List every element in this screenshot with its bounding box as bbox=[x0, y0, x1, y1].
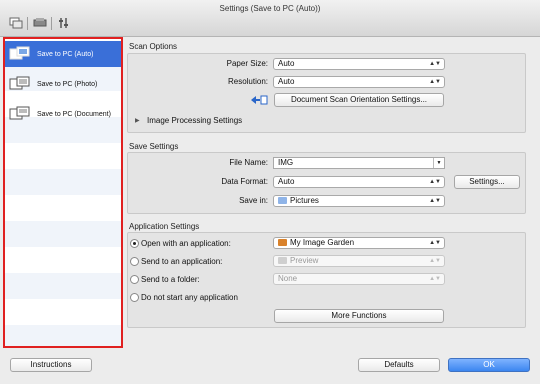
sidebar-stripe bbox=[5, 273, 121, 299]
instructions-button[interactable]: Instructions bbox=[10, 358, 92, 372]
save-pc-auto-icon bbox=[9, 46, 31, 62]
window-title: Settings (Save to PC (Auto)) bbox=[219, 4, 321, 13]
open-with-application-label[interactable]: Open with an application: bbox=[141, 239, 231, 248]
data-format-select[interactable]: Auto ▲▼ bbox=[273, 176, 445, 188]
save-settings-title: Save Settings bbox=[129, 142, 179, 151]
sidebar-item-label: Save to PC (Auto) bbox=[37, 50, 94, 58]
resolution-select[interactable]: Auto ▲▼ bbox=[273, 76, 445, 88]
document-scan-orientation-button[interactable]: Document Scan Orientation Settings... bbox=[274, 93, 444, 107]
scanner-icon[interactable] bbox=[32, 16, 48, 30]
send-to-application-value: Preview bbox=[290, 256, 319, 265]
orientation-icon bbox=[250, 94, 268, 106]
file-name-combobox[interactable]: IMG ▼ bbox=[273, 157, 445, 169]
save-in-label: Save in: bbox=[239, 196, 268, 205]
resolution-value: Auto bbox=[278, 77, 295, 86]
general-settings-icon[interactable] bbox=[56, 16, 72, 30]
send-to-folder-label[interactable]: Send to a folder: bbox=[141, 275, 200, 284]
scan-type-sidebar: Save to PC (Auto) Save to PC (Photo) Sav… bbox=[3, 37, 123, 348]
send-to-folder-select: None ▲▼ bbox=[273, 273, 445, 285]
updown-arrows-icon: ▲▼ bbox=[429, 179, 441, 185]
sidebar-stripe bbox=[5, 143, 121, 169]
updown-arrows-icon: ▲▼ bbox=[429, 79, 441, 85]
data-format-settings-button[interactable]: Settings... bbox=[454, 175, 520, 189]
sidebar-stripe bbox=[5, 247, 121, 273]
toolbar-separator bbox=[27, 17, 28, 30]
ok-button[interactable]: OK bbox=[448, 358, 530, 372]
more-functions-button[interactable]: More Functions bbox=[274, 309, 444, 323]
send-to-application-select: Preview ▲▼ bbox=[273, 255, 445, 267]
do-not-start-application-radio[interactable] bbox=[130, 293, 139, 302]
save-in-value: Pictures bbox=[290, 196, 319, 205]
paper-size-value: Auto bbox=[278, 59, 295, 68]
sidebar-item-label: Save to PC (Document) bbox=[37, 110, 111, 118]
sidebar-stripe bbox=[5, 299, 121, 325]
save-in-select[interactable]: Pictures ▲▼ bbox=[273, 195, 445, 207]
do-not-start-application-label[interactable]: Do not start any application bbox=[141, 293, 238, 302]
my-image-garden-icon bbox=[278, 239, 287, 246]
updown-arrows-icon: ▲▼ bbox=[429, 276, 441, 282]
send-to-folder-value: None bbox=[278, 274, 298, 283]
file-name-value: IMG bbox=[278, 158, 294, 167]
save-pc-photo-icon bbox=[9, 76, 31, 92]
updown-arrows-icon: ▲▼ bbox=[429, 258, 441, 264]
sidebar-item-label: Save to PC (Photo) bbox=[37, 80, 98, 88]
sidebar-item-save-to-pc-document[interactable]: Save to PC (Document) bbox=[5, 101, 121, 127]
send-to-folder-radio[interactable] bbox=[130, 275, 139, 284]
paper-size-label: Paper Size: bbox=[226, 59, 268, 68]
disclosure-triangle-icon[interactable]: ▶ bbox=[135, 117, 140, 124]
open-with-application-radio[interactable] bbox=[130, 239, 139, 248]
updown-arrows-icon: ▲▼ bbox=[429, 240, 441, 246]
sidebar-stripe bbox=[5, 169, 121, 195]
sidebar-item-save-to-pc-photo[interactable]: Save to PC (Photo) bbox=[5, 71, 121, 97]
data-format-value: Auto bbox=[278, 177, 295, 186]
updown-arrows-icon: ▲▼ bbox=[429, 61, 441, 67]
defaults-button[interactable]: Defaults bbox=[358, 358, 440, 372]
updown-arrows-icon: ▲▼ bbox=[429, 198, 441, 204]
scan-options-title: Scan Options bbox=[129, 42, 178, 51]
folder-icon bbox=[278, 197, 287, 204]
open-with-application-value: My Image Garden bbox=[290, 238, 355, 247]
sidebar-item-save-to-pc-auto[interactable]: Save to PC (Auto) bbox=[5, 41, 121, 67]
application-settings-title: Application Settings bbox=[129, 222, 200, 231]
toolbar-separator bbox=[51, 17, 52, 30]
data-format-label: Data Format: bbox=[221, 177, 268, 186]
file-name-label: File Name: bbox=[229, 158, 268, 167]
send-to-application-radio[interactable] bbox=[130, 257, 139, 266]
title-bar: Settings (Save to PC (Auto)) bbox=[0, 0, 540, 37]
sidebar-stripe bbox=[5, 221, 121, 247]
preview-icon bbox=[278, 257, 287, 264]
scan-from-computer-icon[interactable] bbox=[8, 16, 24, 30]
resolution-label: Resolution: bbox=[227, 77, 268, 86]
settings-window: Settings (Save to PC (Auto)) Save to PC … bbox=[0, 0, 540, 384]
send-to-application-label[interactable]: Send to an application: bbox=[141, 257, 222, 266]
sidebar-stripe bbox=[5, 325, 121, 346]
open-with-application-select[interactable]: My Image Garden ▲▼ bbox=[273, 237, 445, 249]
sidebar-stripe bbox=[5, 195, 121, 221]
image-processing-settings-label[interactable]: Image Processing Settings bbox=[147, 116, 242, 125]
save-pc-document-icon bbox=[9, 106, 31, 122]
paper-size-select[interactable]: Auto ▲▼ bbox=[273, 58, 445, 70]
chevron-down-icon[interactable]: ▼ bbox=[433, 158, 444, 168]
